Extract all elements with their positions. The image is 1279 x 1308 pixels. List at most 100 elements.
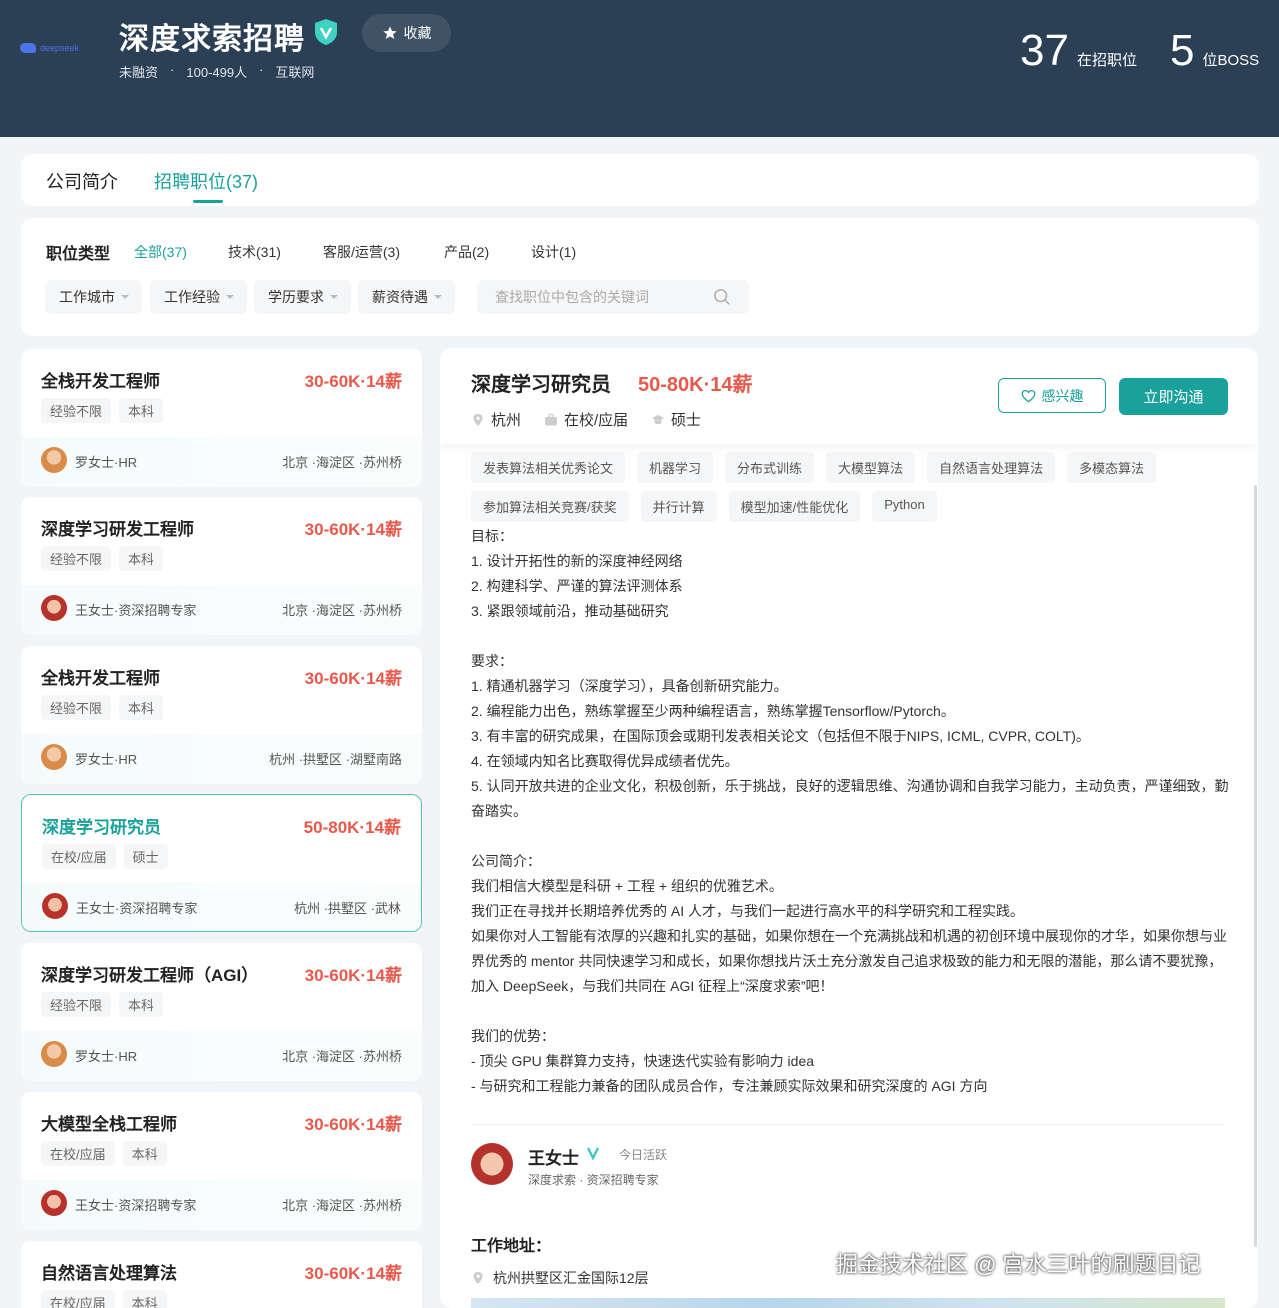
open-positions-label: 在招职位: [1076, 52, 1137, 69]
skill-tags: 发表算法相关优秀论文 机器学习 分布式训练 大模型算法 自然语言处理算法 多模态…: [471, 452, 1231, 522]
open-positions-stat: 37 在招职位: [1020, 26, 1137, 76]
job-title: 深度学习研发工程师（AGI）: [41, 966, 259, 985]
work-address-text: 杭州拱墅区汇金国际12层: [493, 1270, 649, 1286]
hr-name: 王女士: [528, 1149, 579, 1168]
filter-panel: 职位类型 全部(37) 技术(31) 客服/运营(3) 产品(2) 设计(1) …: [21, 218, 1259, 336]
skill-tag: 分布式训练: [725, 452, 815, 483]
company-size: 100-499人: [186, 65, 248, 80]
favorite-button[interactable]: 收藏: [362, 14, 451, 52]
watermark: 掘金技术社区 @ 宫水三叶的刷题日记: [836, 1252, 1201, 1277]
industry: 互联网: [275, 65, 315, 80]
verified-shield-icon: [315, 19, 337, 45]
location-pin-icon: [473, 413, 483, 426]
description-line: 2. 构建科学、严谨的算法评测体系: [471, 578, 683, 594]
hr-avatar[interactable]: [471, 1143, 513, 1185]
recruiter-name: 王女士·资深招聘专家: [75, 1198, 197, 1213]
job-card[interactable]: 深度学习研发工程师 30-60K·14薪 经验不限 本科 王女士·资深招聘专家 北…: [21, 497, 422, 635]
interested-button[interactable]: 感兴趣: [998, 378, 1106, 413]
detail-city: 杭州: [471, 409, 521, 430]
education-dropdown-label: 学历要求: [268, 289, 324, 305]
skill-tag: 自然语言处理算法: [927, 452, 1056, 483]
logo-text: deepseek: [40, 43, 80, 53]
star-icon: [382, 26, 397, 39]
job-tag: 本科: [119, 695, 164, 720]
search-icon[interactable]: [713, 288, 731, 306]
open-positions-count: 37: [1020, 26, 1069, 75]
city-dropdown-label: 工作城市: [59, 289, 115, 305]
job-tag: 在校/应届: [41, 1141, 115, 1166]
hr-active-status: 今日活跃: [619, 1148, 668, 1162]
skill-tag: 大模型算法: [826, 452, 916, 483]
job-title: 自然语言处理算法: [41, 1264, 177, 1283]
detail-degree: 硕士: [651, 409, 701, 430]
job-salary: 50-80K·14薪: [303, 818, 401, 837]
interested-label: 感兴趣: [1041, 387, 1084, 404]
detail-city-text: 杭州: [491, 412, 522, 429]
recruiter-name: 王女士·资深招聘专家: [76, 901, 198, 916]
detail-degree-text: 硕士: [671, 412, 702, 429]
avatar: [42, 893, 68, 919]
avatar: [41, 595, 67, 621]
detail-scrollbar[interactable]: [1254, 485, 1257, 1247]
experience-dropdown[interactable]: 工作经验: [150, 280, 247, 314]
skill-tag: 并行计算: [640, 491, 717, 522]
job-title: 大模型全栈工程师: [41, 1115, 177, 1134]
work-address: 杭州拱墅区汇金国际12层: [471, 1268, 649, 1288]
job-tag: 硕士: [123, 844, 168, 869]
description-line: 如果你对人工智能有浓厚的兴趣和扎实的基础，如果你想在一个充满挑战和机遇的初创环境…: [471, 928, 1227, 994]
chevron-down-icon: [121, 295, 129, 299]
description-line: 5. 认同开放共进的企业文化，积极创新，乐于挑战，良好的逻辑思维、沟通协调和自我…: [471, 778, 1229, 819]
job-title: 深度学习研发工程师: [41, 520, 194, 539]
whale-logo-icon: [20, 43, 36, 53]
skill-tag: 参加算法相关竞赛/获奖: [471, 491, 629, 522]
company-meta: 未融资 · 100-499人 · 互联网: [119, 62, 315, 80]
salary-dropdown[interactable]: 薪资待遇: [358, 280, 455, 314]
city-dropdown[interactable]: 工作城市: [45, 280, 142, 314]
category-all[interactable]: 全部(37): [134, 242, 187, 262]
tab-job-openings[interactable]: 招聘职位(37): [154, 168, 258, 194]
salary-dropdown-label: 薪资待遇: [372, 289, 428, 305]
company-logo[interactable]: deepseek: [20, 40, 96, 56]
category-product[interactable]: 产品(2): [444, 242, 489, 262]
job-tag: 本科: [119, 992, 164, 1017]
job-card[interactable]: 深度学习研发工程师（AGI） 30-60K·14薪 经验不限 本科 罗女士·HR …: [21, 943, 422, 1081]
job-card[interactable]: 全栈开发工程师 30-60K·14薪 经验不限 本科 罗女士·HR 北京 ·海淀区…: [21, 349, 422, 487]
tab-company-intro[interactable]: 公司简介: [46, 168, 118, 194]
chevron-down-icon: [434, 295, 442, 299]
description-line: 1. 精通机器学习（深度学习），具备创新研究能力。: [471, 678, 788, 694]
keyword-search-input[interactable]: [477, 280, 749, 314]
chevron-down-icon: [330, 295, 338, 299]
job-salary: 30-60K·14薪: [304, 372, 402, 391]
job-tag: 在校/应届: [42, 844, 116, 869]
skill-tag: 模型加速/性能优化: [728, 491, 861, 522]
category-design[interactable]: 设计(1): [531, 242, 576, 262]
divider: [471, 1124, 1225, 1125]
job-salary: 30-60K·14薪: [304, 1264, 402, 1283]
job-card[interactable]: 全栈开发工程师 30-60K·14薪 经验不限 本科 罗女士·HR 杭州 ·拱墅区…: [21, 646, 422, 784]
detail-experience: 在校/应届: [544, 409, 628, 430]
job-tag: 本科: [122, 1141, 167, 1166]
job-card[interactable]: 自然语言处理算法 30-60K·14薪 在校/应届 本科: [21, 1241, 422, 1308]
company-name: 深度求索招聘: [119, 23, 305, 56]
job-location: 北京 ·海淀区 ·苏州桥: [282, 455, 402, 470]
boss-count-label: 位BOSS: [1202, 52, 1260, 69]
job-card-selected[interactable]: 深度学习研究员 50-80K·14薪 在校/应届 硕士 王女士·资深招聘专家 杭州…: [21, 794, 422, 932]
skill-tag: 机器学习: [637, 452, 714, 483]
job-tag: 经验不限: [41, 992, 112, 1017]
education-dropdown[interactable]: 学历要求: [254, 280, 351, 314]
location-map[interactable]: [471, 1298, 1225, 1308]
job-salary: 30-60K·14薪: [304, 1115, 402, 1134]
description-line: 公司简介：: [471, 853, 541, 869]
job-description: 目标： 1. 设计开拓性的新的深度神经网络 2. 构建科学、严谨的算法评测体系 …: [471, 524, 1231, 1099]
category-service-ops[interactable]: 客服/运营(3): [323, 242, 400, 262]
job-title: 全栈开发工程师: [41, 372, 160, 391]
job-tag: 本科: [119, 546, 164, 571]
description-line: [471, 999, 1231, 1024]
category-tech[interactable]: 技术(31): [228, 242, 281, 262]
chat-now-button[interactable]: 立即沟通: [1119, 378, 1228, 415]
favorite-label: 收藏: [403, 25, 432, 41]
hr-role: 深度求索 · 资深招聘专家: [528, 1173, 659, 1187]
job-card[interactable]: 大模型全栈工程师 30-60K·14薪 在校/应届 本科 王女士·资深招聘专家 北…: [21, 1092, 422, 1230]
recruiter-name: 罗女士·HR: [75, 752, 138, 767]
job-tag: 本科: [119, 398, 164, 423]
